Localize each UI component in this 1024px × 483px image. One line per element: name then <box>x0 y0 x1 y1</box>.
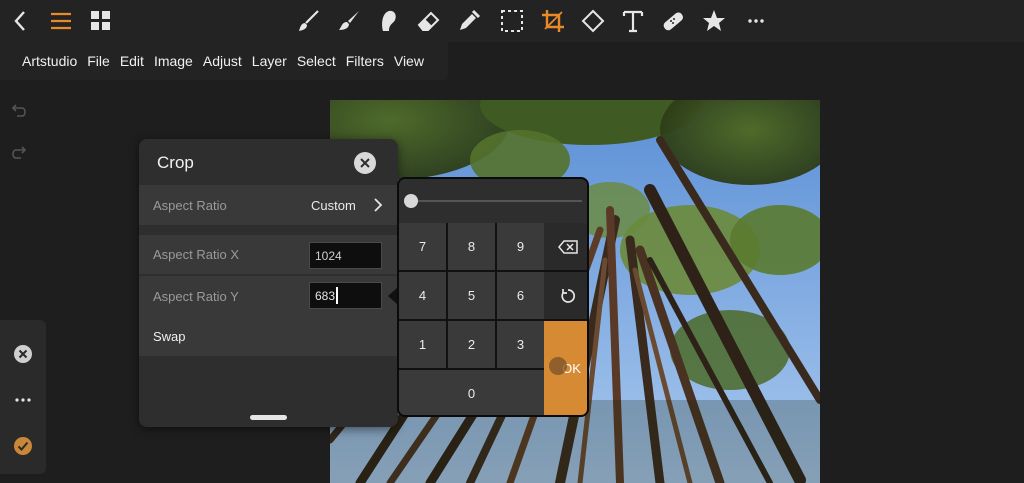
menu-item-view[interactable]: View <box>394 53 424 69</box>
aspect-ratio-x-value: 1024 <box>315 248 342 263</box>
app-canvas: Artstudio File Edit Image Adjust Layer S… <box>0 0 1024 483</box>
menu-item-layer[interactable]: Layer <box>252 53 287 69</box>
menu-item-filters[interactable]: Filters <box>346 53 384 69</box>
aspect-ratio-x-label: Aspect Ratio X <box>153 247 239 262</box>
aspect-ratio-y-value: 683 <box>315 288 336 303</box>
aspect-ratio-label: Aspect Ratio <box>153 197 227 213</box>
menu-item-select[interactable]: Select <box>297 53 336 69</box>
menu-bar: Artstudio File Edit Image Adjust Layer S… <box>0 42 448 80</box>
cancel-icon[interactable] <box>13 344 33 364</box>
left-tool-panel <box>0 320 46 474</box>
reset-key[interactable] <box>544 272 587 319</box>
value-slider[interactable] <box>399 179 587 223</box>
menu-item-adjust[interactable]: Adjust <box>203 53 242 69</box>
numeric-keypad: 7 8 9 4 5 6 1 2 3 OK 0 <box>397 177 589 417</box>
aspect-ratio-row[interactable]: Aspect Ratio Custom <box>139 185 398 225</box>
swap-label: Swap <box>153 328 186 344</box>
aspect-ratio-y-row: Aspect Ratio Y 683 <box>139 276 398 316</box>
more-options-icon[interactable] <box>13 390 33 410</box>
backspace-key[interactable] <box>544 223 587 270</box>
key-4[interactable]: 4 <box>399 272 446 319</box>
reset-icon <box>560 288 575 303</box>
smudge-icon[interactable] <box>374 6 404 36</box>
eraser-icon[interactable] <box>414 6 444 36</box>
chevron-right-icon <box>374 198 383 212</box>
swap-button[interactable]: Swap <box>139 316 398 356</box>
aspect-ratio-y-label: Aspect Ratio Y <box>153 288 239 304</box>
key-9[interactable]: 9 <box>497 223 544 270</box>
slider-knob[interactable] <box>404 194 418 208</box>
slider-track <box>410 200 582 202</box>
brush-icon[interactable] <box>294 6 324 36</box>
key-3[interactable]: 3 <box>497 321 544 368</box>
confirm-icon[interactable] <box>13 436 33 456</box>
star-icon[interactable] <box>699 6 729 36</box>
text-icon[interactable] <box>618 6 648 36</box>
ok-button[interactable]: OK <box>544 321 587 415</box>
grid-icon[interactable] <box>86 6 116 36</box>
menu-item-file[interactable]: File <box>87 53 110 69</box>
backspace-icon <box>557 239 578 254</box>
undo-icon[interactable] <box>8 100 30 122</box>
text-caret <box>336 287 339 304</box>
more-icon[interactable] <box>741 6 771 36</box>
menu-icon[interactable] <box>46 6 76 36</box>
aspect-ratio-y-input[interactable]: 683 <box>309 282 382 309</box>
eyedropper-icon[interactable] <box>454 6 484 36</box>
top-toolbar <box>0 0 1024 42</box>
key-7[interactable]: 7 <box>399 223 446 270</box>
menu-item-image[interactable]: Image <box>154 53 193 69</box>
key-0[interactable]: 0 <box>399 370 544 415</box>
bandage-icon[interactable] <box>658 6 688 36</box>
aspect-ratio-value: Custom <box>311 197 356 213</box>
menu-item-edit[interactable]: Edit <box>120 53 144 69</box>
crop-icon[interactable] <box>538 6 568 36</box>
key-6[interactable]: 6 <box>497 272 544 319</box>
paint-brush-icon[interactable] <box>334 6 364 36</box>
crop-title: Crop <box>157 153 194 172</box>
close-icon[interactable] <box>354 152 376 174</box>
panel-drag-handle[interactable] <box>250 415 287 420</box>
key-2[interactable]: 2 <box>448 321 495 368</box>
aspect-ratio-x-input[interactable]: 1024 <box>309 242 382 269</box>
aspect-ratio-x-row: Aspect Ratio X 1024 <box>139 235 398 275</box>
menu-item-artstudio[interactable]: Artstudio <box>22 53 77 69</box>
selection-icon[interactable] <box>497 6 527 36</box>
crop-panel: Crop Aspect Ratio Custom Aspect Ratio X … <box>139 139 398 427</box>
key-5[interactable]: 5 <box>448 272 495 319</box>
key-1[interactable]: 1 <box>399 321 446 368</box>
redo-icon[interactable] <box>8 142 30 164</box>
shape-icon[interactable] <box>578 6 608 36</box>
touch-indicator <box>549 357 567 375</box>
key-8[interactable]: 8 <box>448 223 495 270</box>
back-icon[interactable] <box>6 6 36 36</box>
